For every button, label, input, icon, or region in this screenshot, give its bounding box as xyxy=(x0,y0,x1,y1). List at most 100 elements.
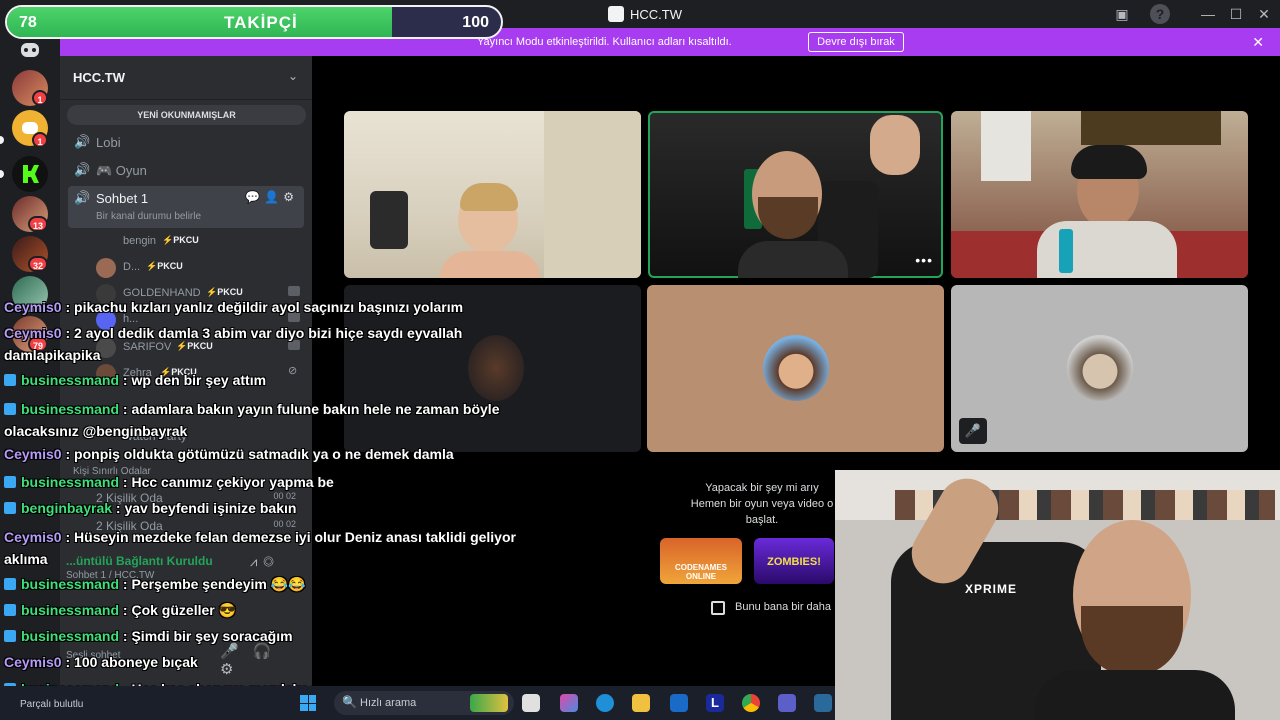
minimize-button[interactable]: — xyxy=(1198,4,1218,24)
chat-text: : Şimdi bir şey soracağım xyxy=(119,628,293,644)
app-root: HCC.TW ▣ ? — ☐ ✕ Yayıncı Modu etkinleşti… xyxy=(0,0,1280,720)
chat-message: benginbayrak : yav beyfendi işinize bakı… xyxy=(4,500,296,516)
unread-badge: 32 xyxy=(28,256,48,272)
chat-username: businessmand xyxy=(21,602,120,618)
chat-text: : 100 aboneye bıçak xyxy=(61,654,198,670)
video-tile[interactable] xyxy=(344,111,641,278)
voice-user-name: D... xyxy=(123,261,141,273)
help-icon[interactable]: ? xyxy=(1150,4,1170,24)
chat-message: businessmand : Çok güzeller 😎 xyxy=(4,602,236,619)
channel-lobi[interactable]: 🔊 Lobi xyxy=(68,130,304,154)
shoulders xyxy=(440,251,540,278)
chat-text: : yav beyfendi işinize bakın xyxy=(112,500,297,516)
file-explorer-icon[interactable] xyxy=(632,694,650,712)
chat-username: businessmand xyxy=(21,474,120,490)
chat-message: businessmand : Şimdi bir şey soracağım xyxy=(4,628,293,644)
camera-icon xyxy=(288,286,300,296)
chat-text: : Çok güzeller 😎 xyxy=(119,602,237,618)
maximize-button[interactable]: ☐ xyxy=(1226,4,1246,24)
speaker-icon: 🔊 xyxy=(74,162,91,177)
unread-badge: 1 xyxy=(32,132,48,148)
raised-hand xyxy=(870,115,920,175)
chat-username: businessmand xyxy=(21,401,120,417)
chat-text: : wp den bir şey attım xyxy=(119,372,267,388)
search-icon: 🔍 xyxy=(342,695,357,709)
avatar-tile[interactable] xyxy=(647,285,944,452)
chevron-down-icon[interactable]: ⌄ xyxy=(288,69,298,83)
painting xyxy=(1081,111,1221,145)
teams-icon[interactable] xyxy=(778,694,796,712)
windows-start-icon[interactable] xyxy=(300,695,316,711)
chat-message: Ceymis0 : ponpiş oldukta götümüzü satmad… xyxy=(4,446,454,462)
voice-user[interactable]: bengin ⚡PKCU xyxy=(96,230,306,252)
chat-username: benginbayrak xyxy=(21,500,113,516)
chat-badge-icon xyxy=(4,604,16,616)
channel-name: 🎮 Oyun xyxy=(96,163,147,178)
unread-badge: 13 xyxy=(28,216,48,232)
app-l-icon[interactable]: L xyxy=(706,694,724,712)
close-banner-icon[interactable]: ✕ xyxy=(1252,34,1264,51)
copilot-icon[interactable] xyxy=(560,694,578,712)
voice-user-tag: ⚡PKCU xyxy=(146,261,183,271)
chat-username: businessmand xyxy=(21,576,120,592)
inbox-icon[interactable]: ▣ xyxy=(1112,4,1132,24)
shirt xyxy=(1037,221,1177,278)
activity-suggestion: Yapacak bir şey mi arıy Hemen bir oyun v… xyxy=(647,470,835,630)
chat-message: businessmand : wp den bir şey attım xyxy=(4,372,266,388)
hair xyxy=(460,183,518,211)
follower-goal: 100 xyxy=(462,14,489,31)
window-title: HCC.TW xyxy=(608,6,682,22)
chrome-icon[interactable] xyxy=(742,694,760,712)
kick-server-icon[interactable] xyxy=(12,156,48,192)
weather-text[interactable]: Parçalı bulutlu xyxy=(20,699,83,710)
new-unreads-pill[interactable]: YENİ OKUNMAMIŞLAR xyxy=(67,105,306,125)
server-header[interactable]: HCC.TW ⌄ xyxy=(60,56,312,100)
user-avatar xyxy=(1067,335,1133,401)
dont-show-again-checkbox[interactable] xyxy=(711,601,725,615)
video-tile-speaking[interactable]: ••• xyxy=(648,111,943,278)
avatar-tile[interactable]: 🎤 xyxy=(951,285,1248,452)
more-options-icon[interactable]: ••• xyxy=(915,252,933,268)
task-view-icon[interactable] xyxy=(522,694,540,712)
user-controls[interactable]: 🎤🎧⚙ xyxy=(220,642,312,678)
speaker-icon: 🔊 xyxy=(74,190,91,205)
channel-status[interactable]: Bir kanal durumu belirle xyxy=(96,211,201,222)
activity-title-line: başlat. xyxy=(745,514,779,526)
edge-icon[interactable] xyxy=(596,694,614,712)
streamer-mode-message: Yayıncı Modu etkinleştirildi. Kullanıcı … xyxy=(477,36,732,48)
muted-mic-icon: 🎤 xyxy=(959,418,987,444)
chat-message: Ceymis0 : pikachu kızları yanlız değildi… xyxy=(4,296,534,318)
speaker-icon: 🔊 xyxy=(74,134,91,149)
chat-username: businessmand xyxy=(21,372,120,388)
search-placeholder: Hızlı arama xyxy=(360,697,417,709)
follower-goal-bar: 78 TAKİPÇİ 100 xyxy=(5,5,503,39)
shirt xyxy=(1035,670,1235,720)
channel-name: Sohbet 1 xyxy=(96,191,149,206)
user-avatar xyxy=(763,335,829,401)
outlook-icon[interactable] xyxy=(670,694,688,712)
activity-title-line: Hemen bir oyun veya video o xyxy=(690,498,834,510)
backpack xyxy=(370,191,408,249)
video-tile[interactable] xyxy=(951,111,1248,278)
chat-username: Ceymis0 xyxy=(4,325,62,341)
close-window-button[interactable]: ✕ xyxy=(1254,4,1274,24)
chair-brand: XPRIME xyxy=(965,582,1018,596)
app-icon[interactable] xyxy=(814,694,832,712)
channel-oyun[interactable]: 🔊 🎮 Oyun xyxy=(68,158,304,182)
voice-user[interactable]: D... ⚡PKCU xyxy=(96,256,306,278)
taskbar-widget-icon[interactable] xyxy=(470,694,508,712)
activity-card-zombies[interactable]: ZOMBIES! xyxy=(754,538,834,584)
activity-card-codenames[interactable]: CODENAMES ONLINE xyxy=(660,538,742,584)
activity-title: Yapacak bir şey mi arıy Hemen bir oyun v… xyxy=(687,480,837,528)
chat-text: : 2 ayol dedik damla 3 abim var diyo biz… xyxy=(4,325,463,363)
boiler xyxy=(981,111,1031,181)
chat-username: Ceymis0 xyxy=(4,299,62,315)
channel-sohbet-1[interactable]: 🔊 Sohbet 1 Bir kanal durumu belirle 💬👤⚙ xyxy=(68,186,304,228)
chat-badge-icon xyxy=(4,630,16,642)
disable-streamer-mode-button[interactable]: Devre dışı bırak xyxy=(808,32,904,52)
chat-text: : pikachu kızları yanlız değildir ayol s… xyxy=(61,299,464,315)
server-name: HCC.TW xyxy=(73,70,125,85)
channel-tools[interactable]: 💬👤⚙ xyxy=(245,190,298,204)
chat-badge-icon xyxy=(4,374,16,386)
chat-text: : Hcc canımız çekiyor yapma be xyxy=(119,474,334,490)
